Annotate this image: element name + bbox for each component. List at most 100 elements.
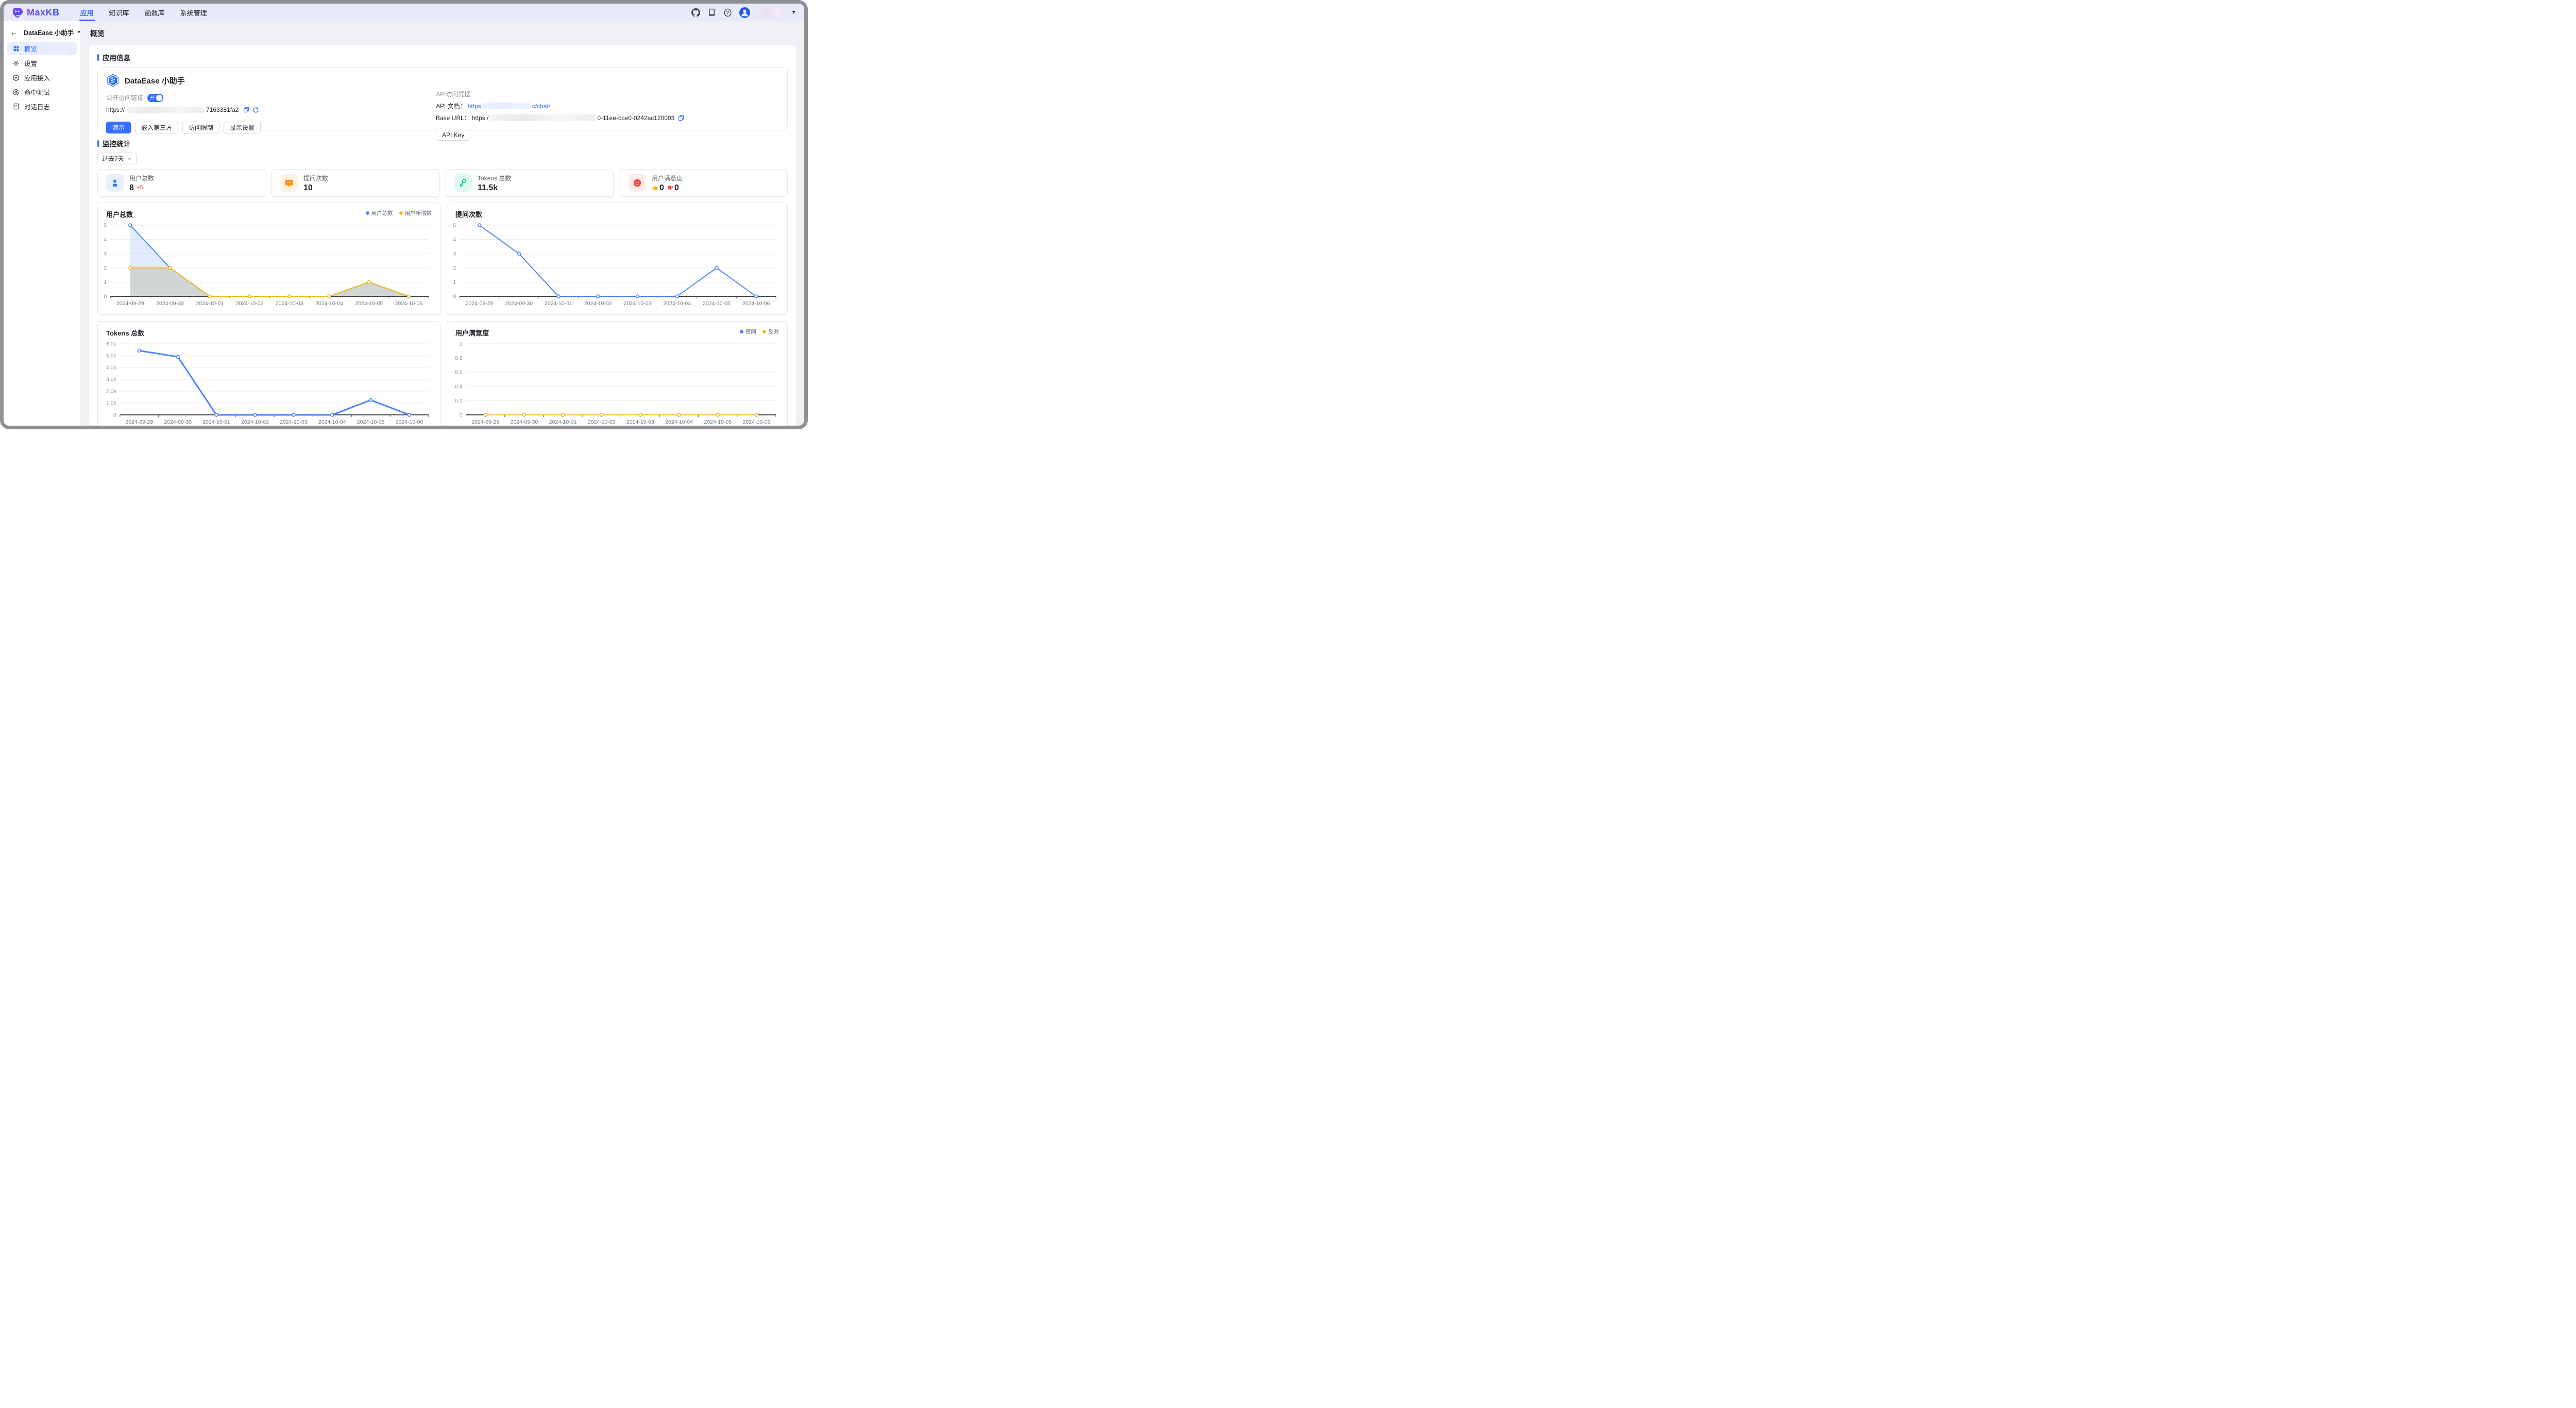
avatar[interactable] bbox=[739, 7, 751, 18]
svg-text:2024-10-03: 2024-10-03 bbox=[624, 300, 652, 307]
api-key-button[interactable]: API Key bbox=[436, 129, 471, 141]
display-settings-button[interactable]: 显示设置 bbox=[224, 122, 261, 133]
demo-button[interactable]: 演示 bbox=[106, 122, 131, 133]
chart-card-tokens: Tokens 总数 0 1.0k 2.0k 3.0k 4.0k 5.0k 6.0k 2024-… bbox=[97, 321, 440, 426]
base-url-redacted bbox=[490, 114, 596, 121]
chart-card-questions: 提问次数 0 1 2 3 4 5 2024-09-29 2024-09-30 2024-10-0… bbox=[447, 203, 788, 315]
svg-text:2024-10-01: 2024-10-01 bbox=[549, 419, 577, 425]
svg-text:2024-10-05: 2024-10-05 bbox=[355, 300, 383, 307]
user-menu-caret-icon[interactable]: ▼ bbox=[791, 10, 796, 15]
copy-icon[interactable] bbox=[677, 114, 685, 122]
app-window: MaxKB 应用 知识库 函数库 系统管理 ? ▼ ← DataEase 小助手… bbox=[4, 4, 804, 426]
time-range-select[interactable]: 过去7天 bbox=[97, 153, 137, 164]
sidebar-item-label: 对话日志 bbox=[24, 104, 50, 111]
sidebar-item-app-access[interactable]: 应用接入 bbox=[7, 71, 77, 84]
grid-icon bbox=[12, 45, 20, 53]
embed-third-party-button[interactable]: 嵌入第三方 bbox=[135, 122, 179, 133]
app-switch-caret-icon[interactable]: ▼ bbox=[77, 30, 81, 35]
svg-text:4: 4 bbox=[453, 237, 456, 243]
thumb-down-icon bbox=[667, 186, 673, 191]
github-icon[interactable] bbox=[691, 8, 701, 17]
app-name: DataEase 小助手 bbox=[125, 76, 185, 86]
sidebar-item-settings[interactable]: 设置 bbox=[7, 57, 77, 70]
public-url-prefix: https:// bbox=[106, 106, 125, 113]
svg-text:2024-09-29: 2024-09-29 bbox=[125, 419, 153, 425]
stat-label: 提问次数 bbox=[303, 174, 329, 182]
svg-text:2024-10-05: 2024-10-05 bbox=[703, 300, 731, 307]
svg-text:5.0k: 5.0k bbox=[106, 353, 117, 359]
thumb-up-count: 0 bbox=[659, 183, 664, 192]
main-content: 概览 应用信息 DataEase 小助手 公开访问链接 开 https:// 7… bbox=[81, 21, 804, 426]
stats-row: 用户总数 8 +5 提问次数 10 Tokens 总数 11.5k 用户满意度 … bbox=[97, 169, 788, 197]
time-range-value: 过去7天 bbox=[102, 155, 124, 162]
thumb-up-icon bbox=[652, 185, 658, 190]
sidebar-item-label: 命中测试 bbox=[24, 89, 50, 96]
chart-title: Tokens 总数 bbox=[106, 329, 145, 337]
svg-text:2024-10-05: 2024-10-05 bbox=[704, 419, 732, 425]
sidebar-item-hit-test[interactable]: 命中测试 bbox=[7, 86, 77, 98]
svg-text:2024-10-04: 2024-10-04 bbox=[663, 300, 691, 307]
sidebar-item-label: 设置 bbox=[24, 60, 38, 68]
svg-text:3.0k: 3.0k bbox=[106, 377, 117, 383]
legend-item[interactable]: 用户新增数 bbox=[399, 209, 432, 217]
svg-text:6.0k: 6.0k bbox=[106, 341, 117, 347]
legend-item[interactable]: 赞同 bbox=[740, 328, 756, 336]
chart-title: 提问次数 bbox=[455, 211, 483, 219]
legend-dot bbox=[399, 211, 403, 215]
help-icon[interactable]: ? bbox=[723, 8, 732, 17]
sidebar-item-chat-logs[interactable]: 对话日志 bbox=[7, 100, 77, 113]
access-restriction-button[interactable]: 访问限制 bbox=[182, 122, 220, 133]
legend-dot bbox=[365, 211, 369, 215]
app-info-title: 应用信息 bbox=[103, 54, 130, 62]
app-hexagon-icon bbox=[107, 74, 118, 87]
svg-text:3: 3 bbox=[453, 251, 456, 257]
user-name-redacted[interactable] bbox=[757, 7, 785, 18]
api-doc-label: API 文档： bbox=[436, 103, 466, 110]
public-url-suffix: 7163381fa2 bbox=[206, 106, 239, 113]
nav-tab-functions[interactable]: 函数库 bbox=[145, 4, 165, 21]
nav-tab-system[interactable]: 系统管理 bbox=[180, 4, 207, 21]
svg-text:5: 5 bbox=[104, 223, 107, 229]
svg-text:0: 0 bbox=[453, 294, 456, 300]
stat-delta: +5 bbox=[136, 185, 143, 191]
thumb-down-count: 0 bbox=[674, 183, 679, 192]
svg-text:2024-10-01: 2024-10-01 bbox=[545, 300, 572, 307]
chart-card-users: 用户总数 用户总数 用户新增数 0 1 2 3 4 5 2024-09-29 2024-09-3… bbox=[97, 203, 440, 315]
cube-icon bbox=[12, 74, 20, 81]
svg-text:4: 4 bbox=[104, 237, 107, 243]
svg-text:2024-10-03: 2024-10-03 bbox=[276, 300, 303, 307]
docs-icon[interactable] bbox=[707, 8, 716, 17]
nav-tabs: 应用 知识库 函数库 系统管理 bbox=[80, 4, 207, 21]
svg-text:2024-09-30: 2024-09-30 bbox=[164, 419, 192, 425]
page-title: 概览 bbox=[90, 29, 105, 38]
logo-text: MaxKB bbox=[27, 7, 60, 18]
svg-text:0.6: 0.6 bbox=[455, 370, 463, 376]
svg-text:0.4: 0.4 bbox=[455, 383, 463, 390]
chart-legend: 赞同 反对 bbox=[740, 328, 779, 336]
copy-icon[interactable] bbox=[243, 106, 250, 113]
chart-legend: 用户总数 用户新增数 bbox=[365, 209, 432, 217]
api-doc-link[interactable]: https c/chat/ bbox=[468, 103, 550, 110]
refresh-icon[interactable] bbox=[252, 106, 259, 113]
nav-tab-knowledge[interactable]: 知识库 bbox=[109, 4, 129, 21]
nav-tab-apps[interactable]: 应用 bbox=[80, 4, 94, 21]
stat-value: 11.5k bbox=[478, 183, 498, 192]
svg-text:2024-10-02: 2024-10-02 bbox=[584, 300, 612, 307]
sidebar-app-name[interactable]: DataEase 小助手 bbox=[24, 27, 74, 37]
overview-panel: 应用信息 DataEase 小助手 公开访问链接 开 https:// 7163… bbox=[89, 45, 796, 426]
base-url-prefix: https:/ bbox=[471, 114, 489, 122]
smiley-icon bbox=[629, 174, 646, 192]
svg-text:2024-09-30: 2024-09-30 bbox=[156, 300, 184, 307]
back-arrow-icon[interactable]: ← bbox=[10, 29, 18, 36]
sidebar-item-overview[interactable]: 概览 bbox=[7, 42, 77, 55]
satisfaction-line-chart: 0 0.2 0.4 0.6 0.8 1 2024-09-29 2024-09-30 2024-1… bbox=[450, 339, 784, 426]
public-link-toggle[interactable]: 开 bbox=[147, 93, 164, 102]
maxkb-logo[interactable]: MaxKB bbox=[12, 4, 60, 21]
legend-item[interactable]: 用户总数 bbox=[365, 209, 393, 217]
svg-text:4.0k: 4.0k bbox=[106, 365, 117, 371]
section-accent-bar bbox=[97, 140, 99, 147]
svg-text:1: 1 bbox=[453, 279, 456, 286]
svg-text:0: 0 bbox=[104, 294, 107, 300]
navbar-right: ? ▼ bbox=[691, 4, 796, 21]
legend-item[interactable]: 反对 bbox=[762, 328, 779, 336]
